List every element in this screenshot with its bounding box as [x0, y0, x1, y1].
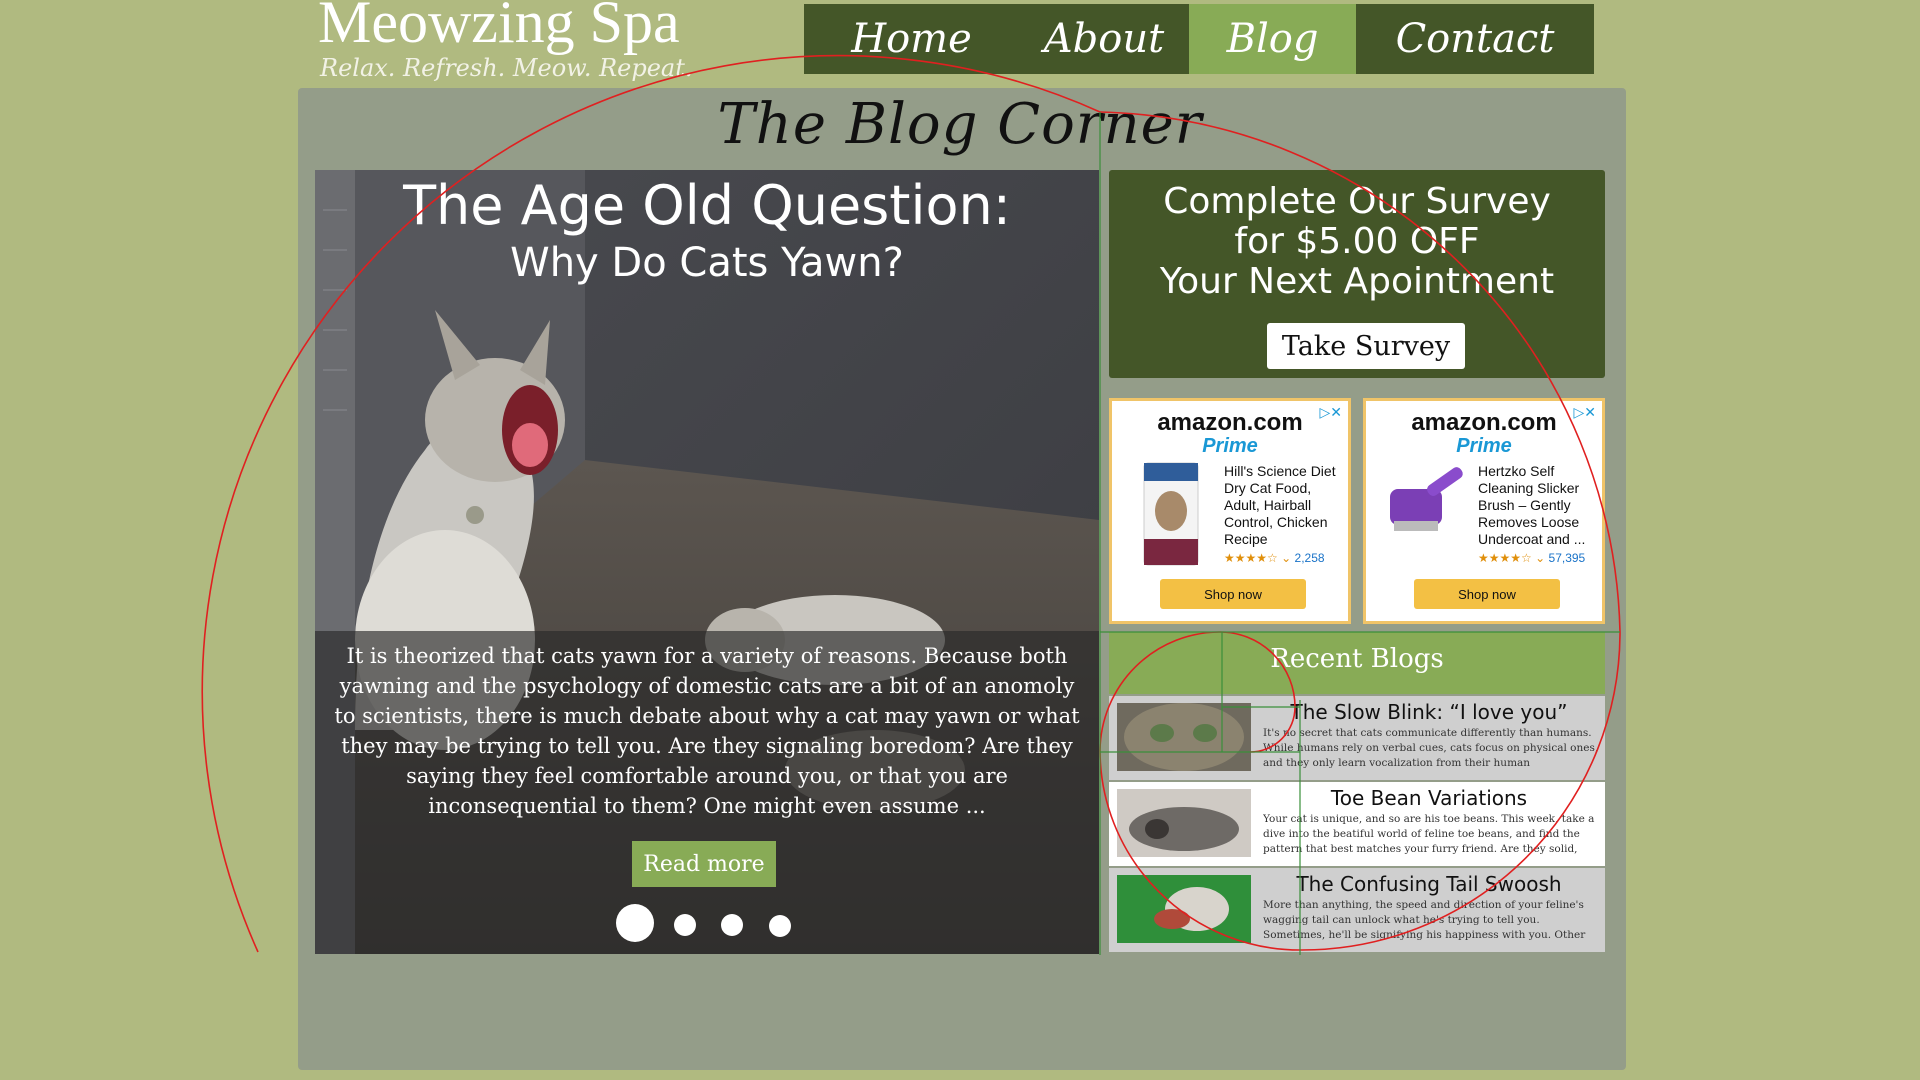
prime-logo: Prime	[1456, 435, 1512, 457]
ad-rating: ★★★★☆ ⌄ 57,395	[1478, 551, 1586, 565]
hero-subtitle: Why Do Cats Yawn?	[510, 240, 904, 286]
slicker-brush-image	[1390, 467, 1463, 531]
nav-home[interactable]: Home	[804, 4, 1019, 74]
survey-line-2: for $5.00 OFF	[1234, 221, 1480, 262]
amazon-logo: amazon.com	[1411, 409, 1557, 436]
tail-swoosh-cat-thumbnail	[1117, 875, 1251, 943]
recent-blog-item[interactable]: The Slow Blink: “I love you” It's no sec…	[1109, 696, 1605, 780]
cat-food-bag-image	[1143, 462, 1199, 566]
survey-text: Complete Our Survey for $5.00 OFF Your N…	[1109, 182, 1605, 302]
hero-excerpt-box: It is theorized that cats yawn for a var…	[315, 631, 1099, 954]
ad-rating-count: 57,395	[1548, 551, 1586, 565]
main-nav: Home About Blog Contact	[804, 4, 1594, 74]
brand-title[interactable]: Meowzing Spa	[318, 0, 680, 52]
recent-blog-title[interactable]: The Confusing Tail Swoosh	[1259, 872, 1599, 896]
hero-title: The Age Old Question:	[403, 174, 1011, 237]
amazon-ad-1[interactable]: amazon.com Prime ▷✕ Hill's Science Diet …	[1109, 398, 1351, 624]
recent-blog-excerpt: Your cat is unique, and so are his toe b…	[1263, 813, 1595, 855]
read-more-button[interactable]: Read more	[632, 841, 776, 887]
brand-tagline: Relax. Refresh. Meow. Repeat.	[320, 54, 693, 82]
toe-beans-cat-thumbnail	[1117, 789, 1251, 857]
nav-contact[interactable]: Contact	[1356, 4, 1594, 74]
recent-blog-excerpt: It's no secret that cats communicate dif…	[1263, 727, 1599, 769]
ad-rating: ★★★★☆ ⌄ 2,258	[1224, 551, 1325, 565]
amazon-logo: amazon.com	[1157, 409, 1303, 436]
take-survey-button[interactable]: Take Survey	[1267, 323, 1465, 369]
page-title: The Blog Corner	[717, 92, 1203, 157]
slider-dot-1[interactable]	[616, 904, 654, 942]
survey-line-3: Your Next Apointment	[1159, 261, 1555, 302]
shop-now-button[interactable]: Shop now	[1414, 579, 1560, 609]
slider-dot-2[interactable]	[674, 914, 696, 936]
recent-blog-excerpt: More than anything, the speed and direct…	[1263, 899, 1586, 941]
nav-blog[interactable]: Blog	[1189, 4, 1356, 74]
ad-product-name: Hill's Science Diet Dry Cat Food, Adult,…	[1224, 463, 1336, 547]
slider-dot-4[interactable]	[769, 915, 791, 937]
recent-blog-title[interactable]: Toe Bean Variations	[1259, 786, 1599, 810]
amazon-ad-2[interactable]: amazon.com Prime ▷✕ Hertzko Self Cleanin…	[1363, 398, 1605, 624]
recent-blog-title[interactable]: The Slow Blink: “I love you”	[1259, 700, 1599, 724]
survey-promo: Complete Our Survey for $5.00 OFF Your N…	[1109, 170, 1605, 378]
ad-choices-icon[interactable]: ▷✕	[1320, 404, 1343, 421]
recent-blog-item[interactable]: Toe Bean Variations Your cat is unique, …	[1109, 782, 1605, 866]
hero-excerpt: It is theorized that cats yawn for a var…	[334, 644, 1080, 818]
recent-blogs-title: Recent Blogs	[1270, 644, 1444, 674]
ad-choices-icon[interactable]: ▷✕	[1574, 404, 1597, 421]
hero-slider[interactable]: The Age Old Question: Why Do Cats Yawn? …	[315, 170, 1099, 954]
ad-product-name: Hertzko Self Cleaning Slicker Brush – Ge…	[1478, 463, 1586, 547]
recent-blog-item[interactable]: The Confusing Tail Swoosh More than anyt…	[1109, 868, 1605, 952]
slider-dot-3[interactable]	[721, 914, 743, 936]
recent-blogs-header: Recent Blogs	[1109, 632, 1605, 694]
nav-about[interactable]: About	[1019, 4, 1189, 74]
ad-rating-count: 2,258	[1294, 551, 1325, 565]
shop-now-button[interactable]: Shop now	[1160, 579, 1306, 609]
slow-blink-cat-thumbnail	[1117, 703, 1251, 771]
survey-line-1: Complete Our Survey	[1163, 181, 1551, 222]
prime-logo: Prime	[1202, 435, 1258, 457]
